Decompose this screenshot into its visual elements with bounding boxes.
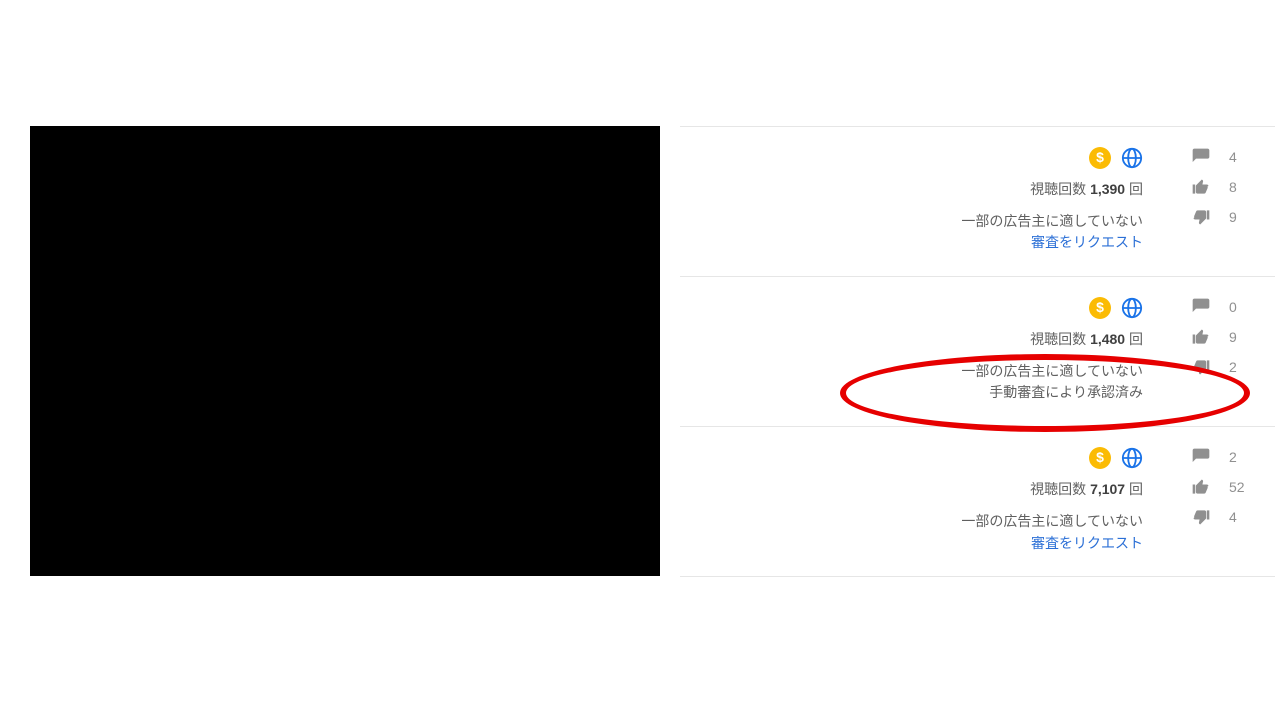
views-suffix: 回 [1129,331,1143,347]
not-suitable-text: 一部の広告主に適していない [883,361,1143,383]
video-row: $ 視聴回数 1,390 回 一部の広告主に適していない 審査をリクエスト [680,127,1275,277]
thumbs-down-icon [1191,357,1211,377]
comment-icon [1191,297,1211,317]
views-count: 1,480 [1090,331,1125,347]
video-row: $ 視聴回数 7,107 回 一部の広告主に適していない 審査をリクエスト [680,427,1275,577]
request-review-link[interactable]: 審査をリクエスト [1031,535,1143,551]
views-suffix: 回 [1129,481,1143,497]
video-row: $ 視聴回数 1,480 回 一部の広告主に適していない 手動審査により承認済み [680,277,1275,427]
thumbs-down-icon [1191,207,1211,227]
monetization-limited-icon[interactable]: $ [1089,147,1111,169]
dislikes-count: 9 [1229,209,1253,225]
views-count: 7,107 [1090,481,1125,497]
likes-count: 9 [1229,329,1253,345]
not-suitable-text: 一部の広告主に適していない [883,211,1143,233]
comment-icon [1191,447,1211,467]
globe-icon[interactable] [1121,447,1143,469]
views-label: 視聴回数 [1030,481,1086,497]
thumbs-up-icon [1191,177,1211,197]
dislikes-count: 4 [1229,509,1253,525]
globe-icon[interactable] [1121,147,1143,169]
request-review-link[interactable]: 審査をリクエスト [1031,234,1143,250]
not-suitable-text: 一部の広告主に適していない [883,511,1143,533]
views-label: 視聴回数 [1030,181,1086,197]
monetization-limited-icon[interactable]: $ [1089,297,1111,319]
views-suffix: 回 [1129,181,1143,197]
video-list-panel: $ 視聴回数 1,390 回 一部の広告主に適していない 審査をリクエスト [680,126,1275,577]
likes-count: 52 [1229,479,1253,495]
thumbs-down-icon [1191,507,1211,527]
views-count: 1,390 [1090,181,1125,197]
comments-count: 4 [1229,149,1253,165]
comment-icon [1191,147,1211,167]
comments-count: 2 [1229,449,1253,465]
thumbs-up-icon [1191,477,1211,497]
globe-icon[interactable] [1121,297,1143,319]
likes-count: 8 [1229,179,1253,195]
approved-manual-text: 手動審査により承認済み [883,382,1143,404]
views-label: 視聴回数 [1030,331,1086,347]
thumbs-up-icon [1191,327,1211,347]
dislikes-count: 2 [1229,359,1253,375]
video-preview [30,126,660,576]
monetization-limited-icon[interactable]: $ [1089,447,1111,469]
comments-count: 0 [1229,299,1253,315]
